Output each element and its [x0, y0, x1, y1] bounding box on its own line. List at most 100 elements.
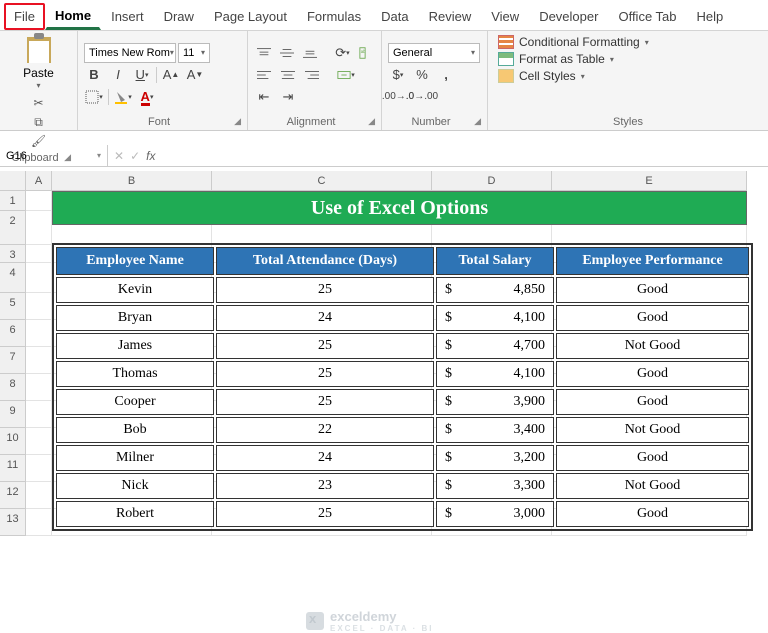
cell-attendance[interactable]: 25	[216, 501, 434, 527]
paste-button[interactable]: Paste ▾	[23, 35, 54, 90]
cell-performance[interactable]: Good	[556, 277, 749, 303]
cell-salary[interactable]: $3,000	[436, 501, 554, 527]
tab-page-layout[interactable]: Page Layout	[204, 3, 297, 30]
format-as-table-button[interactable]: Format as Table▾	[498, 52, 762, 66]
comma-format-button[interactable]: ,	[436, 65, 456, 85]
th-attendance[interactable]: Total Attendance (Days)	[216, 247, 434, 275]
cell-salary[interactable]: $3,200	[436, 445, 554, 471]
row-header-10[interactable]: 10	[0, 428, 26, 455]
enter-formula-icon[interactable]: ✓	[130, 149, 140, 163]
th-performance[interactable]: Employee Performance	[556, 247, 749, 275]
row-header-8[interactable]: 8	[0, 374, 26, 401]
tab-file[interactable]: File	[4, 3, 45, 30]
cell[interactable]	[26, 509, 52, 536]
cell-salary[interactable]: $4,700	[436, 333, 554, 359]
formula-bar[interactable]	[161, 145, 768, 166]
font-color-button[interactable]: A▾	[137, 87, 157, 107]
cell[interactable]	[26, 374, 52, 401]
fill-color-button[interactable]: ▾	[113, 87, 133, 107]
font-launcher-icon[interactable]: ◢	[234, 116, 241, 127]
cell-name[interactable]: Kevin	[56, 277, 214, 303]
cell-performance[interactable]: Not Good	[556, 417, 749, 443]
cell-name[interactable]: Robert	[56, 501, 214, 527]
cell-attendance[interactable]: 23	[216, 473, 434, 499]
tab-developer[interactable]: Developer	[529, 3, 608, 30]
align-right-button[interactable]	[302, 65, 322, 85]
font-name-combo[interactable]: Times New Rom▾	[84, 43, 176, 63]
number-launcher-icon[interactable]: ◢	[474, 116, 481, 127]
insert-function-button[interactable]: fx	[146, 149, 155, 163]
cell[interactable]	[26, 401, 52, 428]
cell-salary[interactable]: $4,850	[436, 277, 554, 303]
col-header-b[interactable]: B	[52, 171, 212, 191]
increase-indent-button[interactable]: ⇥	[278, 87, 298, 107]
row-header-7[interactable]: 7	[0, 347, 26, 374]
col-header-e[interactable]: E	[552, 171, 747, 191]
align-left-button[interactable]	[254, 65, 274, 85]
cell[interactable]	[26, 191, 52, 211]
number-format-combo[interactable]: General▾	[388, 43, 480, 63]
cell-attendance[interactable]: 25	[216, 277, 434, 303]
cell-attendance[interactable]: 22	[216, 417, 434, 443]
row-header-3[interactable]: 3	[0, 245, 26, 263]
orientation-button[interactable]: ⟳▾	[333, 43, 352, 63]
cell-name[interactable]: Bryan	[56, 305, 214, 331]
cell-attendance[interactable]: 24	[216, 445, 434, 471]
cell[interactable]	[26, 245, 52, 263]
cell[interactable]	[26, 320, 52, 347]
align-center-button[interactable]	[278, 65, 298, 85]
cell-attendance[interactable]: 25	[216, 361, 434, 387]
select-all-corner[interactable]	[0, 171, 26, 191]
cell-attendance[interactable]: 25	[216, 333, 434, 359]
wrap-text-button[interactable]: ab	[356, 43, 375, 63]
cell-styles-button[interactable]: Cell Styles▾	[498, 69, 762, 83]
alignment-launcher-icon[interactable]: ◢	[368, 116, 375, 127]
cell[interactable]	[26, 455, 52, 482]
cell[interactable]	[26, 482, 52, 509]
cell-name[interactable]: Cooper	[56, 389, 214, 415]
tab-data[interactable]: Data	[371, 3, 418, 30]
cell[interactable]	[26, 211, 52, 245]
th-name[interactable]: Employee Name	[56, 247, 214, 275]
cell-salary[interactable]: $3,300	[436, 473, 554, 499]
name-box[interactable]: G16▾	[0, 145, 108, 166]
cell-name[interactable]: Thomas	[56, 361, 214, 387]
row-header-4[interactable]: 4	[0, 263, 26, 293]
cell-performance[interactable]: Good	[556, 389, 749, 415]
cell[interactable]	[26, 293, 52, 320]
borders-button[interactable]: ▾	[84, 87, 104, 107]
increase-font-button[interactable]: A▲	[161, 65, 181, 85]
cell[interactable]	[26, 428, 52, 455]
cell-performance[interactable]: Not Good	[556, 333, 749, 359]
italic-button[interactable]: I	[108, 65, 128, 85]
cell-attendance[interactable]: 24	[216, 305, 434, 331]
tab-formulas[interactable]: Formulas	[297, 3, 371, 30]
cell-performance[interactable]: Not Good	[556, 473, 749, 499]
row-header-5[interactable]: 5	[0, 293, 26, 320]
row-header-13[interactable]: 13	[0, 509, 26, 536]
cell-name[interactable]: James	[56, 333, 214, 359]
tab-help[interactable]: Help	[687, 3, 734, 30]
cell-name[interactable]: Milner	[56, 445, 214, 471]
align-top-button[interactable]	[254, 43, 273, 63]
decrease-indent-button[interactable]: ⇤	[254, 87, 274, 107]
cell-performance[interactable]: Good	[556, 445, 749, 471]
row-header-1[interactable]: 1	[0, 191, 26, 211]
underline-button[interactable]: U▾	[132, 65, 152, 85]
percent-format-button[interactable]: %	[412, 65, 432, 85]
cell-performance[interactable]: Good	[556, 501, 749, 527]
tab-office-tab[interactable]: Office Tab	[608, 3, 686, 30]
col-header-d[interactable]: D	[432, 171, 552, 191]
col-header-a[interactable]: A	[26, 171, 52, 191]
conditional-formatting-button[interactable]: Conditional Formatting▾	[498, 35, 762, 49]
row-header-6[interactable]: 6	[0, 320, 26, 347]
cell[interactable]	[26, 347, 52, 374]
cell-salary[interactable]: $3,400	[436, 417, 554, 443]
cancel-formula-icon[interactable]: ✕	[114, 149, 124, 163]
copy-button[interactable]: ⧉	[30, 113, 48, 131]
sheet-title-banner[interactable]: Use of Excel Options	[52, 191, 747, 225]
row-header-11[interactable]: 11	[0, 455, 26, 482]
tab-insert[interactable]: Insert	[101, 3, 154, 30]
cell-performance[interactable]: Good	[556, 305, 749, 331]
bold-button[interactable]: B	[84, 65, 104, 85]
